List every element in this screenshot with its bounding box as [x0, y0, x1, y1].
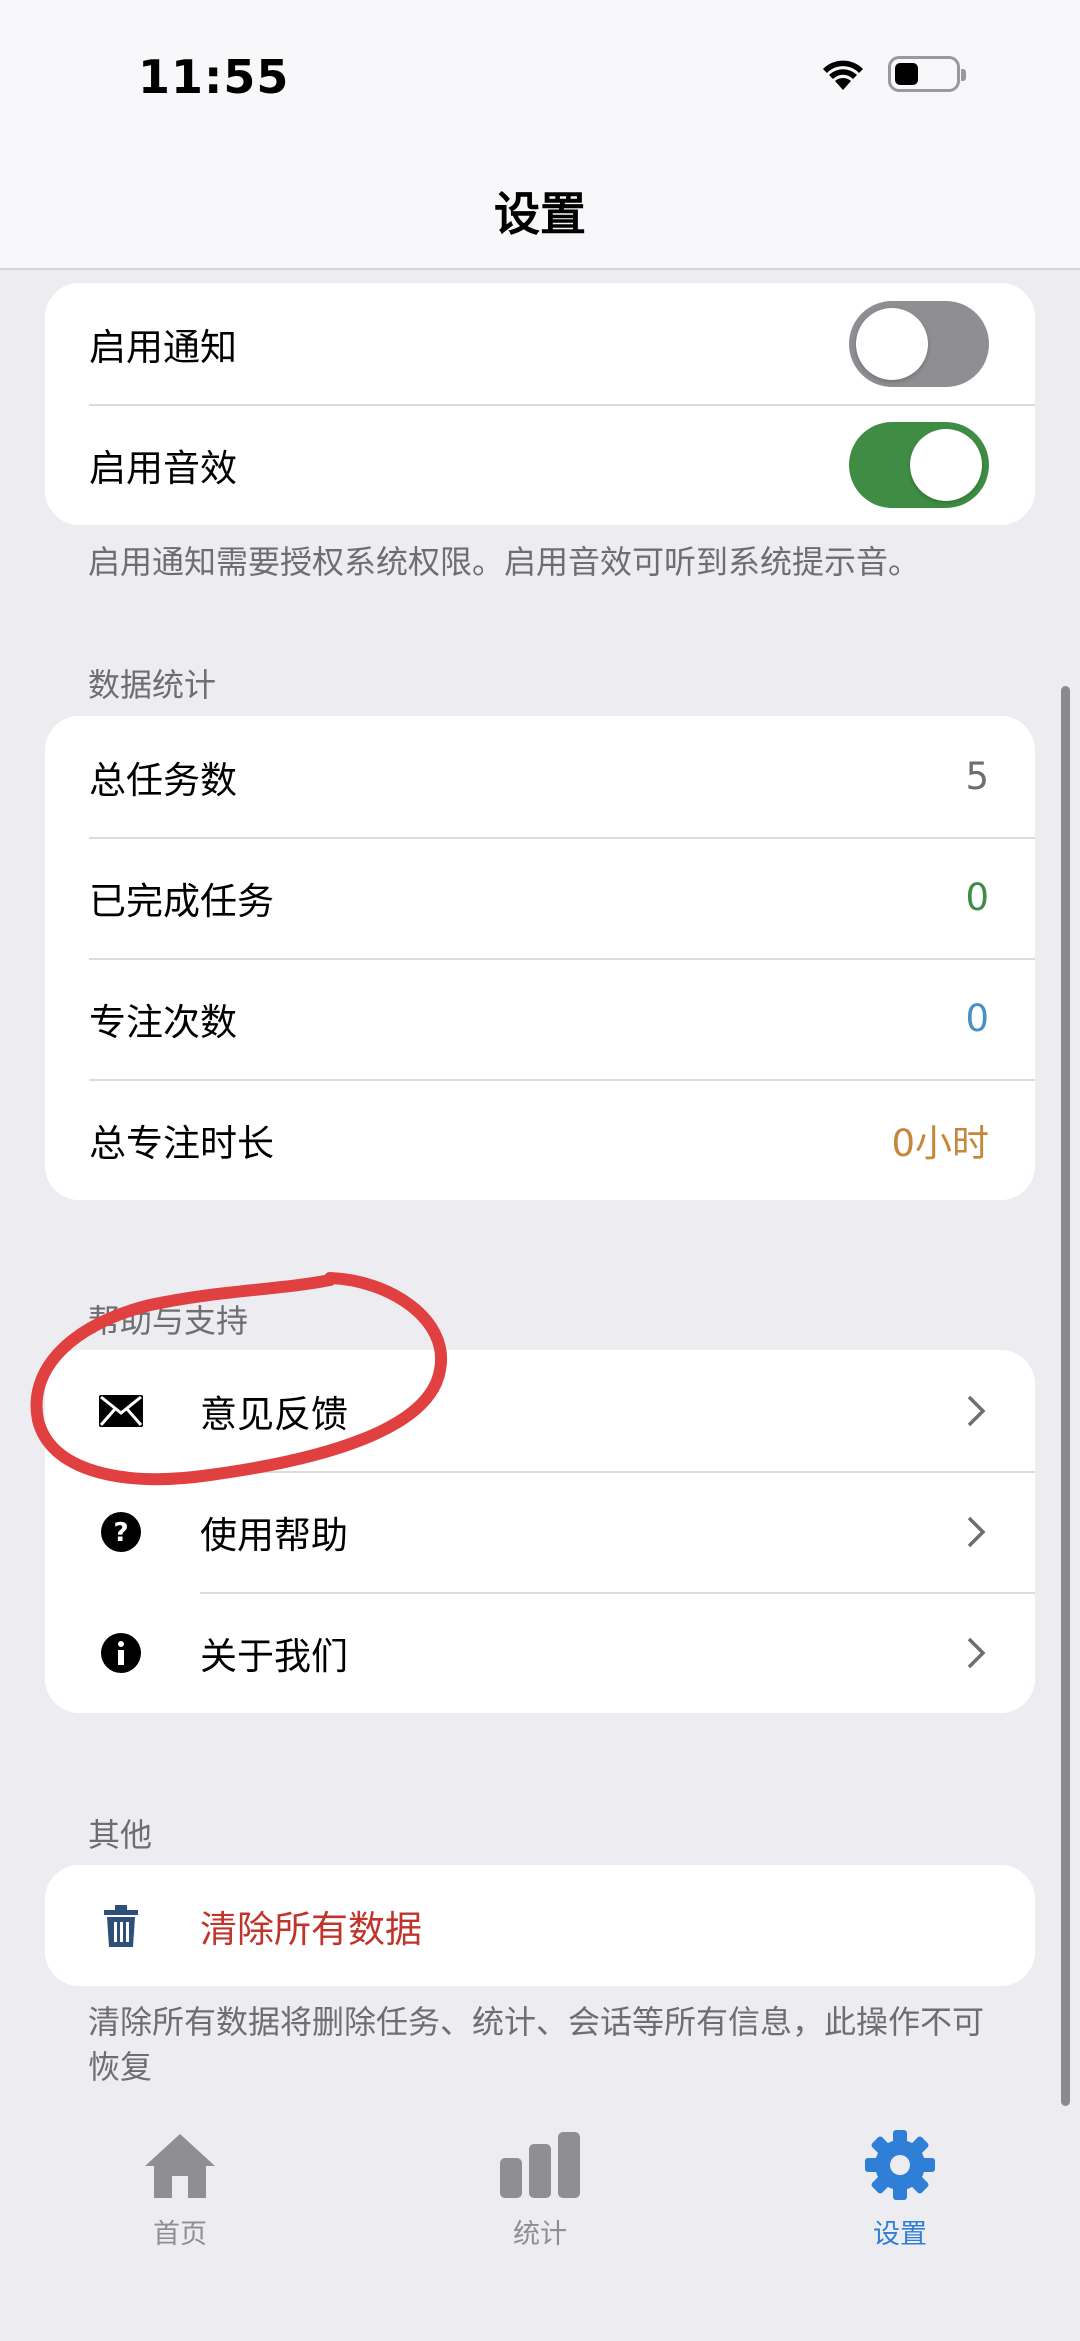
status-time: 11:55: [138, 50, 290, 104]
clear-data-footnote: 清除所有数据将删除任务、统计、会话等所有信息，此操作不可恢复: [88, 2003, 985, 2086]
tab-home[interactable]: 首页: [90, 2130, 270, 2251]
feedback-row[interactable]: 意见反馈: [45, 1350, 1035, 1471]
stats-card: 总任务数 5 已完成任务 0 专注次数 0 总专注时长 0小时: [45, 716, 1035, 1200]
stat-row: 总专注时长 0小时: [45, 1079, 1035, 1200]
bar-chart-icon: [500, 2132, 580, 2198]
battery-icon: [888, 56, 966, 92]
feedback-label: 意见反馈: [200, 1392, 348, 1436]
settings-footnote: 启用通知需要授权系统权限。启用音效可听到系统提示音。: [88, 543, 921, 581]
help-card: 意见反馈 ? 使用帮助 关于我们: [45, 1350, 1035, 1713]
tab-home-label: 首页: [153, 2219, 207, 2250]
trash-icon: [89, 1904, 153, 1947]
stat-label: 专注次数: [89, 1000, 237, 1044]
scrollbar[interactable]: [1061, 686, 1070, 2106]
sound-toggle[interactable]: [849, 421, 989, 508]
question-circle-icon: ?: [89, 1511, 153, 1552]
notifications-toggle[interactable]: [849, 300, 989, 387]
status-icons: [820, 56, 966, 92]
stats-header: 数据统计: [88, 666, 217, 704]
wifi-icon: [823, 60, 863, 90]
stat-row: 已完成任务 0: [45, 837, 1035, 958]
tab-settings-label: 设置: [873, 2219, 927, 2250]
stat-value: 0: [965, 876, 989, 919]
chevron-right-icon: [967, 1516, 986, 1547]
help-header: 帮助与支持: [88, 1302, 249, 1340]
other-header: 其他: [88, 1816, 153, 1854]
tab-stats[interactable]: 统计: [450, 2130, 630, 2251]
stat-label: 总任务数: [89, 758, 237, 802]
stat-value: 0小时: [891, 1121, 989, 1165]
other-card: 清除所有数据: [45, 1865, 1035, 1986]
stat-value: 0: [965, 997, 989, 1040]
home-icon: [145, 2134, 215, 2198]
stat-label: 总专注时长: [89, 1121, 274, 1165]
chevron-right-icon: [967, 1395, 986, 1426]
chevron-right-icon: [967, 1637, 986, 1668]
navigation-bar: 11:55 设置: [0, 0, 1080, 270]
notifications-label: 启用通知: [89, 325, 237, 369]
tab-settings[interactable]: 设置: [810, 2130, 990, 2251]
tab-stats-label: 统计: [513, 2219, 567, 2250]
help-label: 使用帮助: [200, 1513, 348, 1557]
sound-label: 启用音效: [89, 446, 237, 490]
clear-data-label: 清除所有数据: [200, 1907, 422, 1951]
about-row[interactable]: 关于我们: [45, 1592, 1035, 1713]
clear-data-row[interactable]: 清除所有数据: [45, 1865, 1035, 1986]
svg-text:?: ?: [113, 1518, 128, 1548]
page-title: 设置: [494, 187, 586, 241]
info-circle-icon: [89, 1632, 153, 1673]
settings-card: 启用通知 启用音效: [45, 283, 1035, 525]
about-label: 关于我们: [200, 1634, 348, 1678]
sound-row: 启用音效: [45, 404, 1035, 525]
stat-row: 总任务数 5: [45, 716, 1035, 837]
gear-icon: [865, 2130, 935, 2200]
notifications-row: 启用通知: [45, 283, 1035, 404]
envelope-icon: [89, 1394, 153, 1427]
stat-row: 专注次数 0: [45, 958, 1035, 1079]
stat-value: 5: [965, 755, 989, 798]
help-row[interactable]: ? 使用帮助: [45, 1471, 1035, 1592]
stat-label: 已完成任务: [89, 879, 274, 923]
